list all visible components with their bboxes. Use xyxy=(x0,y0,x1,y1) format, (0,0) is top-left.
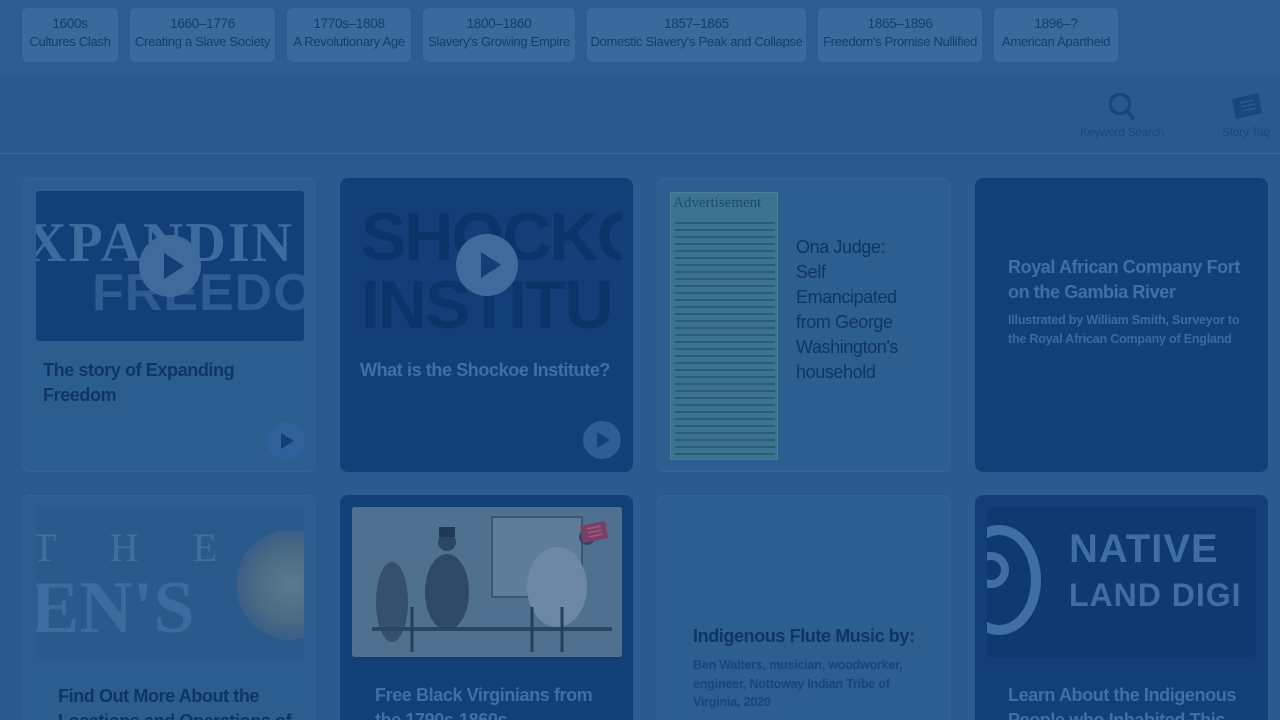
story-card-ona-judge[interactable]: Advertisement Ona Judge: Self Emancipate… xyxy=(657,178,950,472)
thumbnail-text: Advertisement xyxy=(673,195,762,211)
era-years: 1770s–1808 xyxy=(313,16,385,31)
card-title: Find Out More About the Locations and Op… xyxy=(58,686,292,720)
era-years: 1896–? xyxy=(1034,16,1078,31)
card-title: Indigenous Flute Music by: xyxy=(693,626,915,646)
card-subtitle: Ben Walters, musician, woodworker, engin… xyxy=(693,658,903,709)
story-tag-button[interactable]: Story Tag xyxy=(1212,91,1280,139)
story-card-find-out-more[interactable]: T H E EN'S Find Out More About the Locat… xyxy=(22,495,315,720)
tag-icon xyxy=(1212,91,1280,121)
timeline-era-1770s-1808[interactable]: 1770s–1808 A Revolutionary Age xyxy=(287,8,411,62)
card-subtitle: Illustrated by William Smith, Surveyor t… xyxy=(1008,313,1240,346)
tag-icon xyxy=(578,519,610,550)
advertisement-image: Advertisement xyxy=(670,192,778,460)
card-thumbnail: NATIVE LAND DIGI xyxy=(987,507,1256,657)
card-title: Ona Judge: Self Emancipated from George … xyxy=(796,237,899,382)
era-years: 1857–1865 xyxy=(664,16,729,31)
era-title: Domestic Slavery's Peak and Collapse xyxy=(590,34,803,49)
timeline-nav: 1600s Cultures Clash 1660–1776 Creating … xyxy=(0,0,1280,76)
era-years: 1600s xyxy=(52,16,88,31)
era-title: Cultures Clash xyxy=(29,34,111,49)
story-card-royal-african-company[interactable]: Royal African Company Fort on the Gambia… xyxy=(975,178,1268,472)
play-video-icon[interactable] xyxy=(456,234,518,296)
thumbnail-text: NATIVE xyxy=(1069,527,1219,571)
play-icon[interactable] xyxy=(267,422,305,460)
era-title: American Apartheid xyxy=(1001,34,1111,49)
timeline-era-1896[interactable]: 1896–? American Apartheid xyxy=(994,8,1118,62)
era-title: Freedom's Promise Nullified xyxy=(822,34,978,49)
play-video-icon[interactable] xyxy=(139,235,201,297)
compass-rose-icon xyxy=(236,530,304,640)
card-thumbnail: XPANDIN FREEDO xyxy=(36,191,304,341)
era-years: 1660–1776 xyxy=(170,16,235,31)
era-years: 1800–1860 xyxy=(466,16,532,31)
thumbnail-text: EN'S xyxy=(36,567,195,649)
card-title: Royal African Company Fort on the Gambia… xyxy=(1008,257,1240,302)
story-card-indigenous-flute-music[interactable]: Indigenous Flute Music by: Ben Walters, … xyxy=(657,495,950,720)
card-thumbnail: SHOCKO INSTITU xyxy=(353,190,621,340)
keyword-search-button[interactable]: Keyword Search xyxy=(1076,91,1168,139)
timeline-era-1660-1776[interactable]: 1660–1776 Creating a Slave Society xyxy=(130,8,275,62)
card-thumbnail: T H E EN'S xyxy=(36,508,304,658)
era-title: Slavery's Growing Empire xyxy=(428,34,570,49)
card-title: Free Black Virginians from the 1790s-186… xyxy=(375,685,593,720)
timeline-era-1600s[interactable]: 1600s Cultures Clash xyxy=(22,8,118,62)
thumbnail-text: T H E xyxy=(36,525,240,570)
story-tag-label: Story Tag xyxy=(1222,125,1270,139)
timeline-era-1865-1896[interactable]: 1865–1896 Freedom's Promise Nullified xyxy=(818,8,982,62)
story-card-native-land-digital[interactable]: NATIVE LAND DIGI Learn About the Indigen… xyxy=(975,495,1268,720)
keyword-search-label: Keyword Search xyxy=(1080,125,1164,139)
story-card-free-black-virginians[interactable]: Free Black Virginians from the 1790s-186… xyxy=(340,495,633,720)
card-title: What is the Shockoe Institute? xyxy=(360,360,611,380)
newspaper-lines xyxy=(675,217,775,457)
story-card-shockoe-institute[interactable]: SHOCKO INSTITU What is the Shockoe Insti… xyxy=(340,178,633,472)
play-icon[interactable] xyxy=(583,421,621,459)
era-title: Creating a Slave Society xyxy=(134,34,271,49)
timeline-era-1800-1860[interactable]: 1800–1860 Slavery's Growing Empire xyxy=(423,8,575,62)
toolbar: Keyword Search Story Tag xyxy=(0,76,1280,154)
timeline-era-1857-1865[interactable]: 1857–1865 Domestic Slavery's Peak and Co… xyxy=(587,8,806,62)
era-title: A Revolutionary Age xyxy=(293,34,405,49)
engraving-image xyxy=(352,507,622,657)
magnifier-icon xyxy=(1076,91,1168,121)
era-years: 1865–1896 xyxy=(867,16,933,31)
story-card-expanding-freedom[interactable]: XPANDIN FREEDO The story of Expanding Fr… xyxy=(22,178,315,472)
card-title: The story of Expanding Freedom xyxy=(43,360,235,405)
thumbnail-text: LAND DIGI xyxy=(1069,577,1242,613)
card-title: Learn About the Indigenous People who In… xyxy=(1008,685,1236,720)
